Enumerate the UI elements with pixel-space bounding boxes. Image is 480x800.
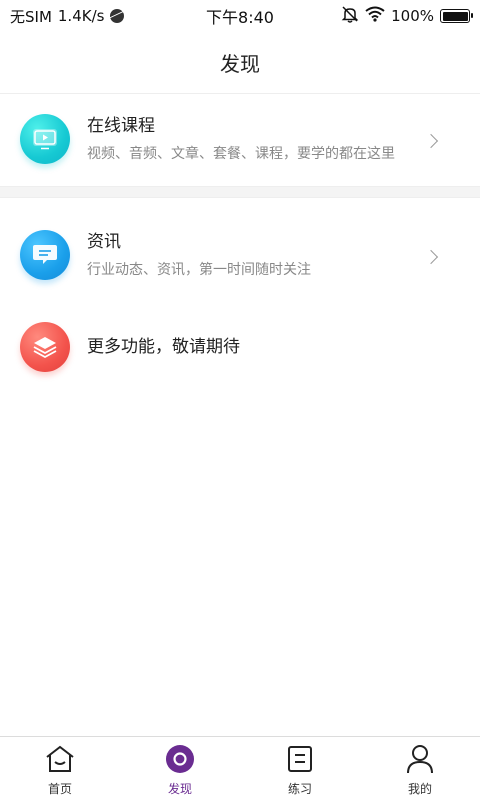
list-item-news[interactable]: 资讯 行业动态、资讯，第一时间随时关注 bbox=[0, 230, 480, 280]
battery-fill bbox=[442, 11, 468, 21]
practice-icon bbox=[285, 744, 315, 774]
battery-percent: 100% bbox=[391, 7, 434, 25]
carrier-text: 无SIM bbox=[10, 7, 52, 26]
tab-label: 发现 bbox=[167, 782, 192, 796]
tab-profile[interactable]: 我的 bbox=[360, 737, 480, 800]
play-screen-icon bbox=[20, 114, 70, 164]
section-divider bbox=[0, 186, 480, 198]
tab-discover[interactable]: 发现 bbox=[120, 737, 240, 800]
item-title: 在线课程 bbox=[87, 116, 155, 136]
wifi-icon bbox=[365, 6, 385, 26]
layers-icon bbox=[20, 322, 70, 372]
status-bar: 无SIM 1.4K/s 下午8:40 100% bbox=[0, 0, 480, 32]
app-header: 发现 bbox=[0, 32, 480, 94]
discover-icon bbox=[165, 744, 195, 774]
item-title: 更多功能，敬请期待 bbox=[87, 337, 240, 357]
message-icon bbox=[20, 230, 70, 280]
item-title: 资讯 bbox=[87, 232, 121, 252]
list-item-more-features[interactable]: 更多功能，敬请期待 bbox=[0, 322, 480, 372]
bottom-tab-bar: 首页 发现 练习 我的 bbox=[0, 736, 480, 800]
profile-icon bbox=[405, 744, 435, 774]
tab-practice[interactable]: 练习 bbox=[240, 737, 360, 800]
clock: 下午8:40 bbox=[206, 8, 274, 27]
tab-home[interactable]: 首页 bbox=[0, 737, 120, 800]
page-title: 发现 bbox=[220, 52, 260, 76]
planet-icon bbox=[110, 9, 125, 23]
bell-muted-icon bbox=[341, 5, 359, 27]
network-speed: 1.4K/s bbox=[57, 7, 105, 25]
item-subtitle: 视频、音频、文章、套餐、课程，要学的都在这里 bbox=[87, 146, 395, 162]
home-icon bbox=[45, 744, 75, 774]
item-subtitle: 行业动态、资讯，第一时间随时关注 bbox=[87, 262, 311, 278]
battery-icon bbox=[440, 9, 473, 23]
tab-label: 我的 bbox=[407, 782, 432, 796]
tab-label: 首页 bbox=[47, 782, 72, 796]
list-item-online-courses[interactable]: 在线课程 视频、音频、文章、套餐、课程，要学的都在这里 bbox=[0, 114, 480, 164]
tab-label: 练习 bbox=[287, 782, 312, 796]
